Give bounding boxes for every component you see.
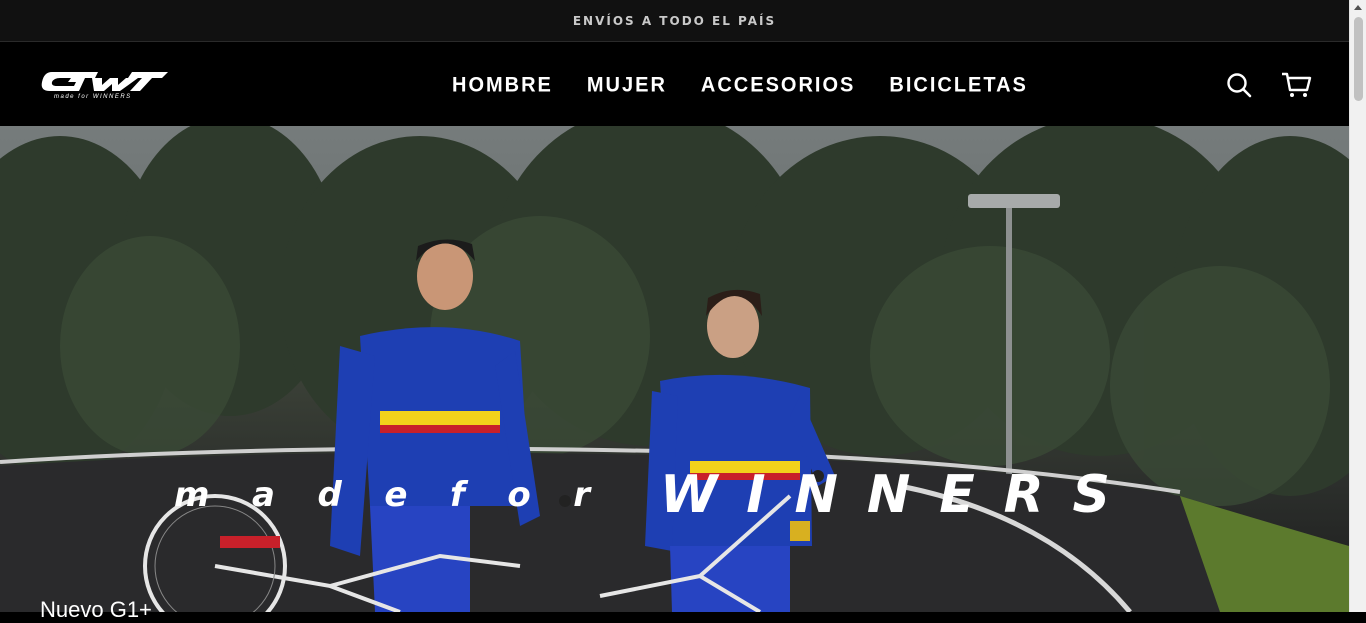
- page-scrollbar[interactable]: [1349, 0, 1366, 612]
- site-header: made for WINNERS HOMBRE MUJER ACCESORIOS…: [0, 42, 1349, 126]
- scroll-up-arrow-icon[interactable]: [1354, 5, 1362, 10]
- nav-item-bicicletas[interactable]: BICICLETAS: [889, 73, 1028, 98]
- nav-item-hombre[interactable]: HOMBRE: [452, 73, 553, 98]
- hero-image: [0, 126, 1349, 612]
- scrollbar-thumb[interactable]: [1354, 17, 1363, 101]
- hero-tagline: m a d e f o r WINNERS: [174, 466, 1120, 525]
- nav-item-accesorios[interactable]: ACCESORIOS: [701, 73, 855, 98]
- announcement-bar: ENVÍOS A TODO EL PAÍS: [0, 0, 1349, 42]
- search-icon[interactable]: [1224, 70, 1254, 100]
- brand-logo[interactable]: made for WINNERS: [40, 70, 170, 100]
- hero-caption[interactable]: Nuevo G1+: [40, 597, 152, 623]
- hero-tagline-made-for: m a d e f o r: [174, 475, 594, 515]
- svg-text:made for WINNERS: made for WINNERS: [54, 94, 132, 100]
- nav-item-mujer[interactable]: MUJER: [587, 73, 667, 98]
- hero-banner[interactable]: m a d e f o r WINNERS: [0, 126, 1349, 612]
- main-nav: HOMBRE MUJER ACCESORIOS BICICLETAS: [452, 70, 1028, 100]
- hero-tagline-winners: WINNERS: [660, 466, 1120, 525]
- announcement-text: ENVÍOS A TODO EL PAÍS: [572, 13, 777, 28]
- cart-icon[interactable]: [1280, 70, 1312, 100]
